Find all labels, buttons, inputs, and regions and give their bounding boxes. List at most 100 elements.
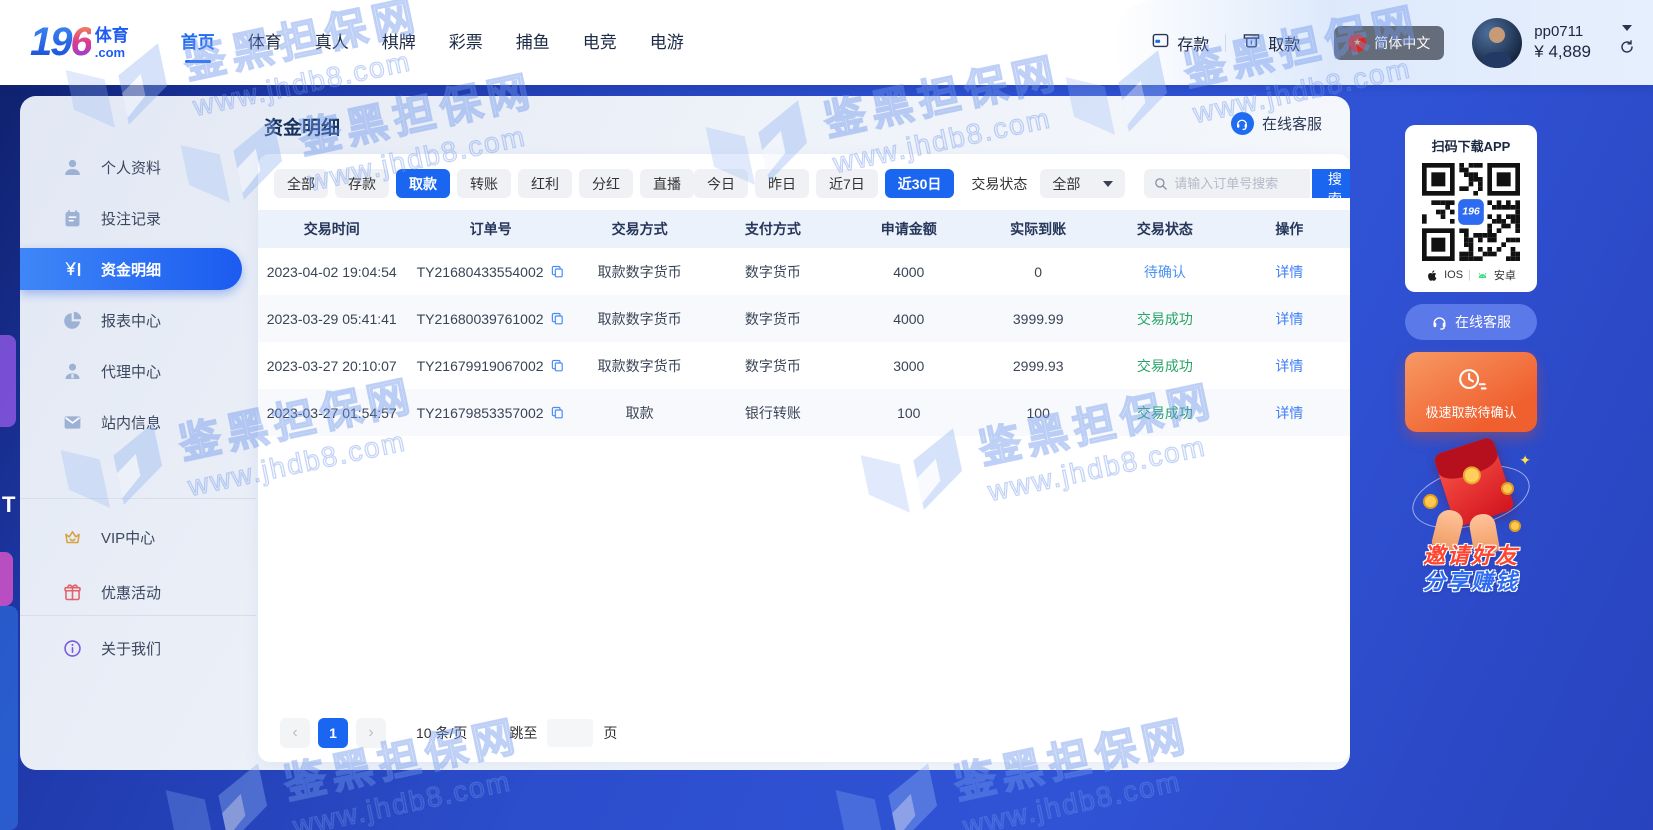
per-page-label: 10 条/页 bbox=[416, 723, 467, 743]
chevron-down-icon[interactable] bbox=[1622, 25, 1632, 31]
type-filter-0[interactable]: 全部 bbox=[274, 169, 328, 198]
copy-icon[interactable] bbox=[550, 358, 565, 373]
nav-item-7[interactable]: 电游 bbox=[650, 22, 684, 63]
sidebar-item-8[interactable]: 关于我们 bbox=[20, 627, 256, 669]
status-badge: 交易成功 bbox=[1101, 356, 1229, 376]
funds-detail-card: 全部存款取款转账红利分红直播 今日昨日近7日近30日 交易状态 全部 搜索 bbox=[258, 154, 1350, 762]
detail-link[interactable]: 详情 bbox=[1229, 309, 1350, 329]
cell-order: TY21679919067002 bbox=[405, 358, 575, 374]
cell-order: TY21680039761002 bbox=[405, 311, 575, 327]
sidebar-item-label: 代理中心 bbox=[101, 361, 161, 382]
copy-icon[interactable] bbox=[550, 311, 565, 326]
prev-page-button[interactable]: ‹ bbox=[280, 718, 310, 748]
date-filter-0[interactable]: 今日 bbox=[694, 169, 748, 198]
next-page-button[interactable]: › bbox=[356, 718, 386, 748]
nav-item-3[interactable]: 棋牌 bbox=[382, 22, 416, 63]
type-filter-3[interactable]: 转账 bbox=[457, 169, 511, 198]
order-number: TY21679853357002 bbox=[417, 405, 544, 421]
type-filter-5[interactable]: 分红 bbox=[579, 169, 633, 198]
column-header-1: 订单号 bbox=[405, 219, 575, 239]
order-number: TY21680039761002 bbox=[417, 311, 544, 327]
cell-time: 2023-03-27 01:54:57 bbox=[258, 405, 405, 421]
detail-link[interactable]: 详情 bbox=[1229, 356, 1350, 376]
cell-order: TY21679853357002 bbox=[405, 405, 575, 421]
order-number: TY21679919067002 bbox=[417, 358, 544, 374]
page-number-button[interactable]: 1 bbox=[318, 718, 348, 748]
withdraw-label: 取款 bbox=[1268, 31, 1300, 55]
refresh-balance-icon[interactable] bbox=[1619, 39, 1635, 60]
nav-item-4[interactable]: 彩票 bbox=[449, 22, 483, 63]
nav-item-2[interactable]: 真人 bbox=[315, 22, 349, 63]
promo-icon bbox=[62, 582, 83, 603]
date-filters: 今日昨日近7日近30日 bbox=[694, 169, 954, 198]
search-button[interactable]: 搜索 bbox=[1312, 169, 1350, 198]
user-account[interactable]: pp0711 ¥ 4,889 bbox=[1472, 18, 1635, 68]
column-header-5: 实际到账 bbox=[975, 219, 1101, 239]
online-service-label: 在线客服 bbox=[1262, 113, 1322, 134]
sidebar-item-label: 关于我们 bbox=[101, 638, 161, 659]
column-header-7: 操作 bbox=[1229, 219, 1350, 239]
sidebar-item-5[interactable]: 站内信息 bbox=[20, 401, 256, 443]
jump-page-input[interactable] bbox=[547, 719, 593, 747]
online-service-button[interactable]: 在线客服 bbox=[1405, 304, 1537, 340]
language-selector[interactable]: ★ 简体中文 bbox=[1334, 26, 1444, 60]
fast-withdraw-label: 极速取款待确认 bbox=[1425, 402, 1516, 421]
copy-icon[interactable] bbox=[550, 405, 565, 420]
status-badge: 交易成功 bbox=[1101, 403, 1229, 423]
cell-received: 100 bbox=[975, 405, 1101, 421]
ios-label[interactable]: IOS bbox=[1444, 269, 1463, 281]
sparkle-icon: ✦ bbox=[1519, 452, 1531, 469]
sidebar-item-1[interactable]: 投注记录 bbox=[20, 197, 256, 239]
logo-text-com: .com bbox=[95, 46, 129, 59]
detail-link[interactable]: 详情 bbox=[1229, 403, 1350, 423]
page-suffix-label: 页 bbox=[603, 723, 617, 743]
logo-number: 196 bbox=[30, 20, 91, 65]
order-search-input[interactable] bbox=[1144, 169, 1310, 198]
status-filter-label: 交易状态 bbox=[971, 174, 1027, 194]
deposit-button[interactable]: 存款 bbox=[1151, 31, 1209, 55]
sidebar-item-3[interactable]: 报表中心 bbox=[20, 299, 256, 341]
nav-item-1[interactable]: 体育 bbox=[248, 22, 282, 63]
invite-friends-banner[interactable]: ✦ 邀请好友 分享赚钱 bbox=[1405, 442, 1537, 594]
record-icon bbox=[62, 208, 83, 229]
site-logo[interactable]: 196 体育 .com bbox=[30, 20, 129, 65]
avatar[interactable] bbox=[1472, 18, 1522, 68]
fast-withdraw-button[interactable]: 极速取款待确认 bbox=[1405, 352, 1537, 432]
sidebar-item-label: 站内信息 bbox=[101, 412, 161, 433]
sidebar-item-4[interactable]: 代理中心 bbox=[20, 350, 256, 392]
table-row: 2023-04-02 19:04:54TY21680433554002取款数字货… bbox=[258, 248, 1350, 295]
android-label[interactable]: 安卓 bbox=[1494, 267, 1516, 283]
sidebar-item-6[interactable]: VIP中心 bbox=[20, 516, 256, 558]
sidebar-item-label: 资金明细 bbox=[101, 259, 161, 280]
sidebar-item-label: VIP中心 bbox=[101, 527, 155, 548]
sidebar-item-7[interactable]: 优惠活动 bbox=[20, 571, 256, 613]
status-dropdown[interactable]: 全部 bbox=[1040, 169, 1125, 198]
sidebar-item-0[interactable]: 个人资料 bbox=[20, 146, 256, 188]
date-filter-3[interactable]: 近30日 bbox=[885, 169, 955, 198]
sidebar-item-2[interactable]: 资金明细 bbox=[20, 248, 242, 290]
sidebar: 个人资料投注记录资金明细报表中心代理中心站内信息 VIP中心优惠活动关于我们 bbox=[20, 96, 256, 770]
background-decoration: T bbox=[2, 492, 15, 518]
type-filter-4[interactable]: 红利 bbox=[518, 169, 572, 198]
transaction-type-filters: 全部存款取款转账红利分红直播 bbox=[274, 169, 694, 198]
status-badge: 交易成功 bbox=[1101, 309, 1229, 329]
cell-amount: 3000 bbox=[842, 358, 975, 374]
nav-item-5[interactable]: 捕鱼 bbox=[516, 22, 550, 63]
online-service-link[interactable]: 在线客服 bbox=[1231, 112, 1322, 135]
date-filter-2[interactable]: 近7日 bbox=[816, 169, 878, 198]
nav-item-0[interactable]: 首页 bbox=[181, 22, 215, 63]
nav-item-6[interactable]: 电竞 bbox=[583, 22, 617, 63]
withdraw-button[interactable]: 取款 bbox=[1242, 31, 1300, 55]
table-row: 2023-03-29 05:41:41TY21680039761002取款数字货… bbox=[258, 295, 1350, 342]
type-filter-2[interactable]: 取款 bbox=[396, 169, 450, 198]
detail-link[interactable]: 详情 bbox=[1229, 262, 1350, 282]
background-decoration bbox=[0, 606, 18, 830]
username: pp0711 bbox=[1534, 23, 1591, 42]
language-label: 简体中文 bbox=[1374, 33, 1430, 53]
deposit-label: 存款 bbox=[1177, 31, 1209, 55]
type-filter-6[interactable]: 直播 bbox=[640, 169, 694, 198]
date-filter-1[interactable]: 昨日 bbox=[755, 169, 809, 198]
type-filter-1[interactable]: 存款 bbox=[335, 169, 389, 198]
main-panel: 个人资料投注记录资金明细报表中心代理中心站内信息 VIP中心优惠活动关于我们 资金… bbox=[20, 96, 1350, 770]
copy-icon[interactable] bbox=[550, 264, 565, 279]
